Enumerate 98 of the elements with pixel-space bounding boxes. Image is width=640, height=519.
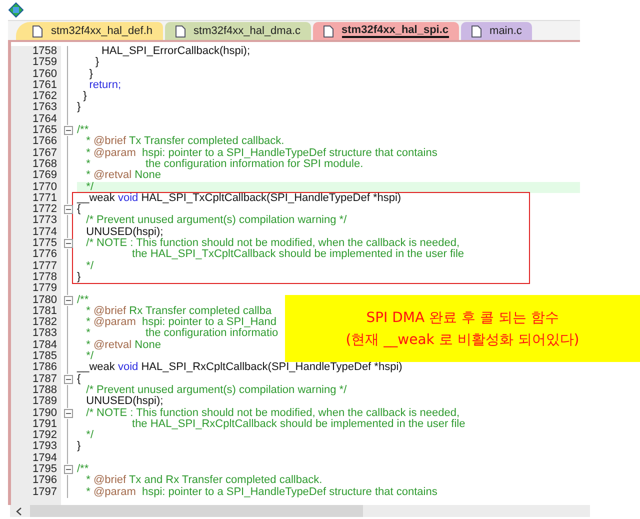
line-number: 1788 (32, 384, 58, 396)
code-line: */ (85, 429, 94, 442)
code-line: /** (77, 294, 89, 306)
code-line: /* NOTE : This function should not be modified, when the callback is needed, (85, 406, 460, 418)
code-line: * @retval None (85, 169, 161, 182)
collapse-icon[interactable] (64, 126, 72, 136)
code-line: UNUSED(hspi); (85, 395, 164, 408)
horizontal-scrollbar[interactable] (10, 505, 590, 517)
code-line: __weak void HAL_SPI_RxCpltCallback(SPI_HandleTypeDef *hspi) (77, 361, 402, 374)
code-line: } (94, 56, 100, 68)
scrollbar-thumb[interactable] (30, 505, 363, 517)
code-line: the HAL_SPI_RxCpltCallback should be implemented in the user file (131, 418, 466, 430)
code-line: * @param hspi: pointer to a SPI_Hand (85, 316, 277, 328)
scroll-left-icon[interactable] (16, 506, 22, 516)
line-number: 1768 (32, 158, 58, 170)
line-number: 1759 (32, 57, 58, 69)
code-line: } (82, 90, 87, 102)
code-line: HAL_SPI_ErrorCallback(hspi); (100, 45, 250, 57)
callout-text: (현재 __weak 로 비활성화 되어있다) (346, 330, 580, 348)
code-line: * the configuration informatio (85, 327, 278, 340)
code-line: } (77, 101, 81, 114)
app-icon[interactable] (8, 2, 24, 18)
file-tab[interactable]: main.c (460, 22, 532, 40)
line-number: 1785 (32, 351, 58, 362)
line-number: 1764 (32, 114, 58, 125)
line-number: 1792 (32, 430, 58, 442)
line-number: 1774 (32, 226, 58, 238)
code-line: the HAL_SPI_TxCpltCallback should be implemented in the user file (131, 248, 464, 260)
code-line: */ (86, 350, 94, 362)
line-number: 1796 (32, 475, 58, 487)
line-number: 1779 (32, 283, 58, 295)
line-number: 1776 (32, 249, 58, 261)
code-line: } (77, 440, 81, 452)
line-number: 1758 (32, 46, 58, 57)
file-tab[interactable]: stm32f4xx_hal_spi.c (312, 22, 459, 40)
collapse-icon[interactable] (64, 296, 72, 305)
line-number: 1772 (32, 204, 58, 216)
line-number: 1761 (32, 80, 58, 91)
collapse-icon[interactable] (64, 374, 72, 384)
collapse-icon[interactable] (64, 408, 72, 418)
code-line: /** (77, 124, 89, 136)
line-number: 1760 (32, 68, 58, 80)
code-line: __weak void HAL_SPI_TxCpltCallback(SPI_HandleTypeDef *hspi) (77, 192, 402, 204)
code-line: * @retval None (85, 338, 161, 351)
code-line: * @brief Tx and Rx Transfer completed callback. (85, 474, 322, 486)
line-number: 1763 (32, 102, 58, 114)
document-icon (470, 24, 482, 38)
collapse-icon[interactable] (64, 239, 72, 248)
line-number: 1783 (32, 328, 58, 340)
code-line: */ (85, 260, 94, 272)
line-number: 1766 (32, 136, 58, 148)
line-number: 1789 (32, 396, 58, 408)
code-line: /* Prevent unused argument(s) compilation warning */ (85, 384, 347, 396)
file-tab[interactable]: stm32f4xx_hal_def.h (16, 22, 163, 40)
line-number: 1797 (32, 486, 58, 498)
document-icon (32, 24, 43, 38)
code-line: } (88, 68, 93, 80)
line-number: 1780 (32, 294, 58, 306)
code-line: { (77, 203, 81, 216)
line-number: 1794 (32, 452, 58, 464)
line-number: 1773 (32, 215, 58, 227)
line-number: 1791 (32, 418, 58, 430)
code-line: * the configuration information for SPI module. (85, 158, 364, 170)
collapse-icon[interactable] (64, 205, 72, 214)
code-line: UNUSED(hspi); (85, 226, 164, 238)
code-line: } (77, 270, 81, 283)
line-number: 1793 (32, 441, 58, 453)
code-line: /* NOTE : This function should not be modified, when the callback is needed, (85, 237, 460, 250)
line-number: 1787 (32, 374, 58, 385)
line-number: 1765 (32, 125, 58, 136)
line-number: 1762 (32, 91, 58, 102)
code-line: /** (77, 462, 89, 475)
code-line: * @param hspi: pointer to a SPI_HandleTypeDef structure that contains (85, 486, 438, 498)
line-number: 1778 (32, 272, 58, 283)
line-number: 1770 (32, 182, 58, 193)
line-number: 1767 (32, 148, 58, 159)
code-line: */ (85, 180, 94, 193)
line-number: 1795 (32, 464, 58, 475)
code-line: * @brief Tx Transfer completed callback. (85, 135, 284, 148)
line-number: 1775 (32, 238, 58, 250)
code-line: return; (88, 78, 122, 91)
line-number: 1786 (32, 362, 58, 374)
callout-text: SPI DMA 완료 후 콜 되는 함수 (366, 308, 559, 326)
document-icon (322, 24, 334, 38)
code-line: /* Prevent unused argument(s) compilation warning */ (85, 214, 347, 226)
line-number: 1790 (32, 408, 58, 419)
line-number: 1771 (32, 192, 58, 204)
line-number: 1781 (32, 306, 58, 317)
line-number: 1782 (32, 317, 58, 328)
line-number: 1784 (32, 340, 58, 351)
document-icon (174, 24, 186, 38)
code-line: * @param hspi: pointer to a SPI_HandleTypeDef structure that contains (85, 146, 438, 159)
collapse-icon[interactable] (64, 465, 72, 474)
file-tab[interactable]: stm32f4xx_hal_dma.c (164, 22, 311, 40)
line-number: 1769 (32, 170, 58, 182)
line-number: 1777 (32, 260, 58, 272)
code-line: * @brief Rx Transfer completed callba (85, 304, 272, 317)
code-line: { (77, 372, 81, 385)
